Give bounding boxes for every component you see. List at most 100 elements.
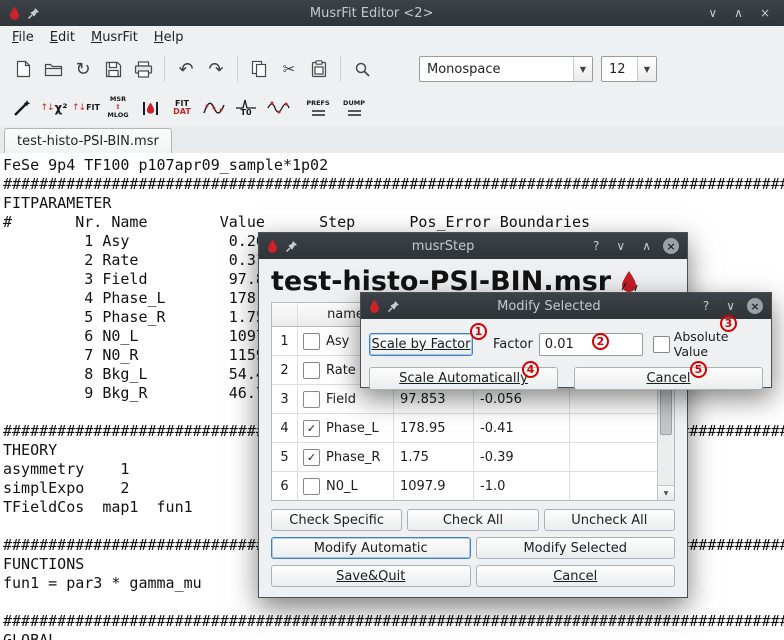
param-checkbox[interactable] xyxy=(303,333,320,350)
shade-icon[interactable]: ∨ xyxy=(611,239,630,253)
row-number: 6 xyxy=(272,472,298,500)
copy-icon[interactable] xyxy=(244,54,274,84)
undo-icon[interactable]: ↶ xyxy=(171,54,201,84)
chevron-down-icon[interactable]: ▼ xyxy=(573,57,592,81)
editor-line: # Nr. Name Value Step Pos_Error Boundari… xyxy=(3,213,784,232)
modify-automatic-button[interactable]: Modify Automatic xyxy=(271,537,471,559)
menubar: File Edit MusrFit Help xyxy=(0,26,784,48)
unshade-icon[interactable]: ∧ xyxy=(637,239,656,253)
editor-line: FITPARAMETER xyxy=(3,194,784,213)
pin-icon xyxy=(27,7,40,20)
row-number: 1 xyxy=(272,327,298,355)
param-checkbox[interactable] xyxy=(303,478,320,495)
table-row[interactable]: 4 Phase_L 178.95 -0.41 xyxy=(272,414,674,443)
param-name: Asy xyxy=(326,334,349,349)
param-name: N0_L xyxy=(326,479,358,494)
param-checkbox[interactable] xyxy=(303,391,320,408)
musrstep-titlebar[interactable]: musrStep ? ∨ ∧ × xyxy=(259,233,687,259)
annotation-circle-4: 4 xyxy=(522,361,539,378)
tabbar: test-histo-PSI-BIN.msr xyxy=(0,126,784,154)
musrft-icon[interactable] xyxy=(262,93,294,123)
cut-icon[interactable]: ✂ xyxy=(274,54,304,84)
musrfit-toolbar: ↑↓χ² ↑↓FIT MSR ↕ MLOG FIT DAT T0 xyxy=(0,90,784,126)
swap-msr-mlog-icon[interactable]: MSR ↕ MLOG xyxy=(102,93,134,123)
cancel-button[interactable]: Cancel xyxy=(574,367,763,390)
font-size-select[interactable]: 12 ▼ xyxy=(601,56,657,82)
menu-file[interactable]: File xyxy=(4,28,42,47)
table-row[interactable]: 6 N0_L 1097.9 -1.0 xyxy=(272,472,674,501)
param-name: Field xyxy=(326,392,356,407)
print-icon[interactable] xyxy=(128,54,158,84)
param-step: -0.39 xyxy=(474,443,570,471)
dialog-title: musrStep xyxy=(305,239,581,254)
menu-musrfit[interactable]: MusrFit xyxy=(83,28,146,47)
check-specific-button[interactable]: Check Specific xyxy=(271,509,402,531)
absolute-value-checkbox[interactable] xyxy=(653,336,670,353)
save-quit-button[interactable]: Save&Quit xyxy=(271,565,471,587)
help-icon[interactable]: ? xyxy=(698,299,714,313)
param-checkbox[interactable] xyxy=(303,420,320,437)
check-all-button[interactable]: Check All xyxy=(407,509,538,531)
absolute-value-label: Absolute Value xyxy=(674,329,763,359)
font-family-value: Monospace xyxy=(420,57,573,81)
param-name: Phase_L xyxy=(326,421,379,436)
cancel-button[interactable]: Cancel xyxy=(476,565,676,587)
new-file-icon[interactable] xyxy=(8,54,38,84)
musrfit-app-icon xyxy=(369,299,380,313)
paste-icon[interactable] xyxy=(304,54,334,84)
save-icon[interactable] xyxy=(98,54,128,84)
open-file-icon[interactable] xyxy=(38,54,68,84)
row-number: 3 xyxy=(272,385,298,413)
menu-help[interactable]: Help xyxy=(146,28,192,47)
editor-line: GLOBAL xyxy=(3,631,784,640)
musrfit-editor-window: MusrFit Editor <2> ∨ ∧ × File Edit MusrF… xyxy=(0,0,784,640)
dump-icon[interactable]: DUMP xyxy=(338,93,370,123)
font-family-select[interactable]: Monospace ▼ xyxy=(419,56,593,82)
editor-line: FeSe 9p4 TF100 p107apr09_sample*1p02 xyxy=(3,156,784,175)
font-size-value: 12 xyxy=(602,57,637,81)
maximize-icon[interactable]: ∧ xyxy=(729,6,748,20)
dialog-title: Modify Selected xyxy=(407,299,691,314)
close-icon[interactable]: × xyxy=(755,6,775,20)
close-icon[interactable]: × xyxy=(747,298,763,314)
musrwiz-icon[interactable] xyxy=(6,93,38,123)
help-icon[interactable]: ? xyxy=(588,239,604,253)
row-number: 2 xyxy=(272,356,298,384)
prefs-icon[interactable]: PREFS xyxy=(302,93,334,123)
tab-msr-file[interactable]: test-histo-PSI-BIN.msr xyxy=(4,128,172,154)
param-value: 178.95 xyxy=(394,414,474,442)
reload-icon[interactable]: ↻ xyxy=(68,54,98,84)
window-title: MusrFit Editor <2> xyxy=(47,6,696,21)
param-step: -0.41 xyxy=(474,414,570,442)
factor-input[interactable] xyxy=(539,333,643,356)
redo-icon[interactable]: ↷ xyxy=(201,54,231,84)
plot-icon[interactable] xyxy=(198,93,230,123)
msr2data-icon[interactable]: FIT DAT xyxy=(166,93,198,123)
musrfit-run-icon[interactable]: ↑↓FIT xyxy=(70,93,102,123)
find-icon[interactable] xyxy=(347,54,377,84)
chevron-down-icon[interactable]: ▼ xyxy=(637,57,656,81)
shade-icon[interactable]: ∨ xyxy=(721,299,740,313)
modify-titlebar[interactable]: Modify Selected ? ∨ × xyxy=(361,293,771,319)
toolbar-separator xyxy=(340,56,341,82)
scroll-down-icon[interactable]: ▼ xyxy=(658,485,674,500)
uncheck-all-button[interactable]: Uncheck All xyxy=(544,509,675,531)
pin-icon xyxy=(387,300,400,313)
param-value: 1.75 xyxy=(394,443,474,471)
musrfit-app-icon xyxy=(267,239,278,253)
scale-by-factor-button[interactable]: Scale by Factor xyxy=(369,333,473,356)
close-icon[interactable]: × xyxy=(663,238,679,254)
modify-selected-button[interactable]: Modify Selected xyxy=(476,537,676,559)
musrview-icon[interactable] xyxy=(134,93,166,123)
param-checkbox[interactable] xyxy=(303,362,320,379)
param-checkbox[interactable] xyxy=(303,449,320,466)
window-titlebar[interactable]: MusrFit Editor <2> ∨ ∧ × xyxy=(0,0,784,26)
musrfit-app-icon xyxy=(9,6,20,20)
menu-edit[interactable]: Edit xyxy=(42,28,83,47)
editor-line: ########################################… xyxy=(3,612,784,631)
table-row[interactable]: 5 Phase_R 1.75 -0.39 xyxy=(272,443,674,472)
minimize-icon[interactable]: ∨ xyxy=(703,6,722,20)
param-name: Phase_R xyxy=(326,450,380,465)
musrt0-icon[interactable]: T0 xyxy=(230,93,262,123)
calc-chisq-icon[interactable]: ↑↓χ² xyxy=(38,93,70,123)
